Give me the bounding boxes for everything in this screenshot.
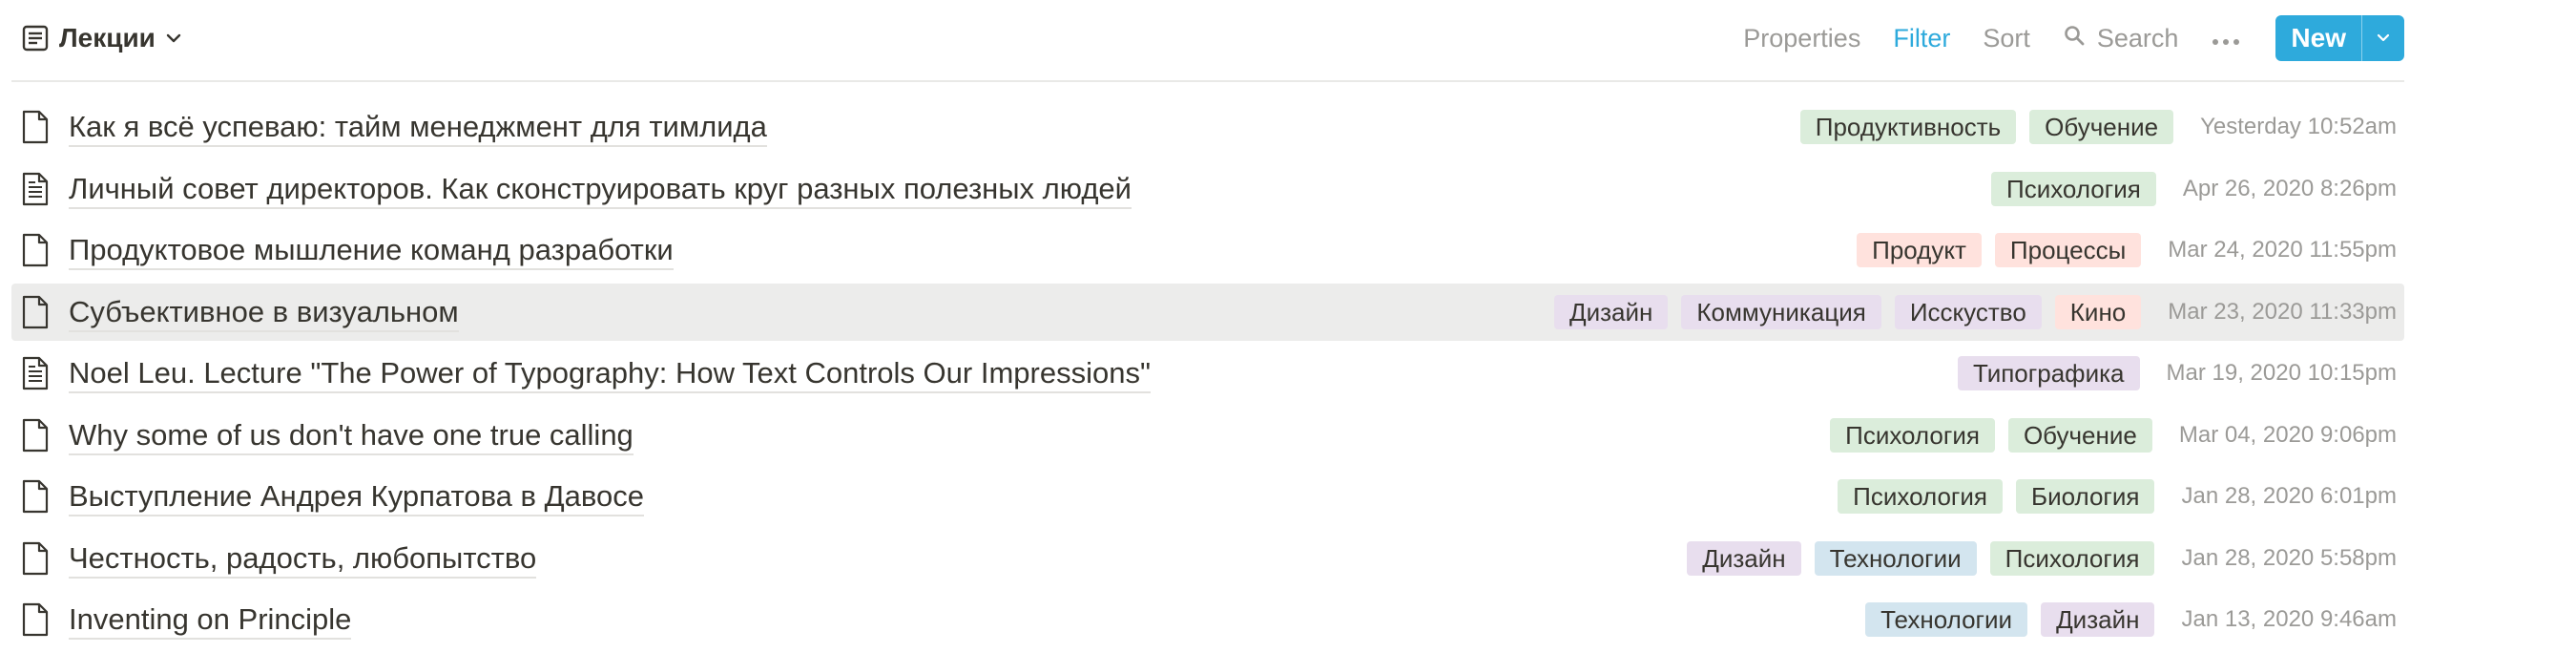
tag-badge: Дизайн xyxy=(2041,602,2155,637)
page-icon xyxy=(21,295,50,329)
page-title-link[interactable]: Личный совет директоров. Как сконструиро… xyxy=(69,171,1132,209)
edited-date: Mar 19, 2020 10:15pm xyxy=(2166,360,2398,386)
edited-date: Jan 28, 2020 5:58pm xyxy=(2181,544,2397,571)
tag-badge: Типографика xyxy=(1957,356,2140,390)
tag-badge: Дизайн xyxy=(1553,294,1669,329)
page-text-icon xyxy=(21,172,50,206)
sort-button[interactable]: Sort xyxy=(1983,24,2030,53)
database-title-dropdown[interactable]: Лекции xyxy=(21,17,182,59)
tag-badge: Коммуникация xyxy=(1681,294,1881,329)
edited-date: Jan 13, 2020 9:46am xyxy=(2181,606,2397,632)
tag-badge: Технологии xyxy=(1865,602,2028,637)
tag-badge: Обучение xyxy=(2029,110,2174,144)
edited-date: Jan 28, 2020 6:01pm xyxy=(2181,483,2397,509)
row-properties: Психология Обучение Mar 04, 2020 9:06pm xyxy=(1817,407,2397,464)
more-dots-icon xyxy=(2211,24,2241,53)
chevron-down-icon xyxy=(2377,33,2390,42)
row-properties: Продукт Процессы Mar 24, 2020 11:55pm xyxy=(1843,221,2397,279)
tag-badge: Психология xyxy=(1989,540,2155,576)
page-text-icon xyxy=(21,356,50,390)
row-properties: Дизайн Коммуникация Исскуство Кино Mar 23, 2… xyxy=(1541,284,2397,341)
list-item[interactable]: Честность, радость, любопытство Дизайн Тех… xyxy=(11,530,2404,587)
page-icon xyxy=(21,110,50,144)
page-title-link[interactable]: Noel Leu. Lecture "The Power of Typograp… xyxy=(69,355,1151,393)
database-title: Лекции xyxy=(59,23,156,53)
edited-date: Yesterday 10:52am xyxy=(2200,114,2397,139)
list-view-icon xyxy=(21,24,50,53)
tag-badge: Психология xyxy=(1830,417,1995,453)
row-properties: Продуктивность Обучение Yesterday 10:52am xyxy=(1787,98,2397,156)
tag-badge: Продуктивность xyxy=(1799,110,2017,144)
page-icon xyxy=(21,479,50,514)
filter-button[interactable]: Filter xyxy=(1893,24,1950,53)
tag-badge: Обучение xyxy=(2007,417,2152,453)
list-item[interactable]: Выступление Андрея Курпатова в Давосе Пси… xyxy=(11,468,2404,525)
tag-badge: Исскуство xyxy=(1894,294,2042,329)
new-options-button[interactable] xyxy=(2361,15,2404,61)
tag-badge: Биология xyxy=(2016,479,2155,514)
tag-badge: Продукт xyxy=(1857,233,1982,267)
tag-badge: Дизайн xyxy=(1687,540,1801,576)
page-title-link[interactable]: Как я всё успеваю: тайм менеджмент для т… xyxy=(69,109,767,147)
database-toolbar: Лекции Properties Filter Sort Search New xyxy=(11,0,2404,82)
new-button[interactable]: New xyxy=(2275,15,2361,61)
edited-date: Mar 04, 2020 9:06pm xyxy=(2178,421,2397,448)
properties-button[interactable]: Properties xyxy=(1743,24,1860,53)
tag-badge: Технологии xyxy=(1814,540,1977,576)
page-icon xyxy=(21,233,50,267)
page-title-link[interactable]: Субъективное в визуальном xyxy=(69,294,459,332)
more-options-button[interactable] xyxy=(2211,24,2241,53)
edited-date: Apr 26, 2020 8:26pm xyxy=(2182,175,2397,201)
toolbar-actions: Properties Filter Sort Search New xyxy=(1711,15,2404,61)
chevron-down-icon xyxy=(165,30,182,47)
list-item[interactable]: Продуктовое мышление команд разработки Пр… xyxy=(11,221,2404,279)
row-properties: Типографика Mar 19, 2020 10:15pm xyxy=(1944,345,2397,402)
row-properties: Психология Apr 26, 2020 8:26pm xyxy=(1978,160,2397,218)
list-item[interactable]: Inventing on Principle Технологии Дизайн Ja… xyxy=(11,591,2404,648)
search-label: Search xyxy=(2096,23,2179,53)
row-properties: Психология Биология Jan 28, 2020 6:01pm xyxy=(1824,468,2397,525)
list-item[interactable]: Why some of us don't have one true calli… xyxy=(11,407,2404,464)
list-item[interactable]: Субъективное в визуальном Дизайн Коммуника… xyxy=(11,283,2404,341)
list-item[interactable]: Личный совет директоров. Как сконструиро… xyxy=(11,160,2404,218)
page-icon xyxy=(21,418,50,453)
row-properties: Дизайн Технологии Психология Jan 28, 2020 5… xyxy=(1673,530,2397,587)
page-list: Как я всё успеваю: тайм менеджмент для т… xyxy=(11,98,2404,653)
tag-badge: Процессы xyxy=(1994,233,2142,267)
page-title-link[interactable]: Честность, радость, любопытство xyxy=(69,540,537,579)
tag-badge: Психология xyxy=(1838,479,2003,514)
page-icon xyxy=(21,602,50,637)
list-item[interactable]: Как я всё успеваю: тайм менеджмент для т… xyxy=(11,98,2404,156)
edited-date: Mar 24, 2020 11:55pm xyxy=(2168,237,2397,263)
row-properties: Технологии Дизайн Jan 13, 2020 9:46am xyxy=(1852,591,2397,648)
page-title-link[interactable]: Why some of us don't have one true calli… xyxy=(69,417,634,455)
page-icon xyxy=(21,541,50,576)
page-title-link[interactable]: Inventing on Principle xyxy=(69,601,352,640)
new-button-group: New xyxy=(2275,15,2404,61)
page-title-link[interactable]: Выступление Андрея Курпатова в Давосе xyxy=(69,478,644,516)
page-title-link[interactable]: Продуктовое мышление команд разработки xyxy=(69,232,674,270)
edited-date: Mar 23, 2020 11:33pm xyxy=(2168,298,2397,325)
search-icon xyxy=(2063,24,2086,53)
list-item[interactable]: Noel Leu. Lecture "The Power of Typograp… xyxy=(11,345,2404,402)
tag-badge: Кино xyxy=(2054,294,2142,329)
search-button[interactable]: Search xyxy=(2063,23,2179,53)
tag-badge: Психология xyxy=(1991,171,2156,206)
